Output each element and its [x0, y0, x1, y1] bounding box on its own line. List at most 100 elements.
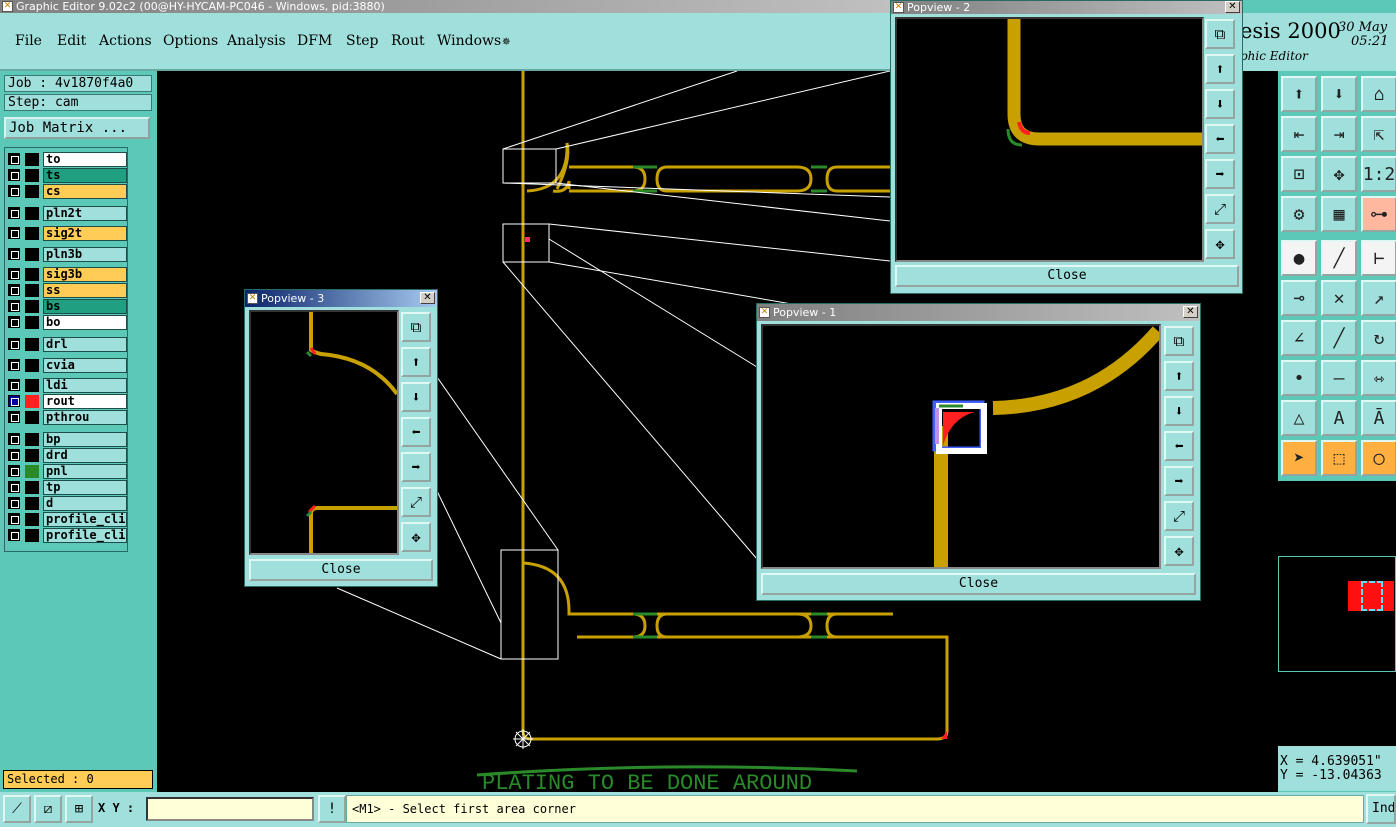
- pan-left-icon[interactable]: ⬅: [401, 417, 431, 447]
- overview-panel[interactable]: [1278, 481, 1396, 746]
- layer-checkbox[interactable]: [8, 169, 20, 181]
- layer-row-ts[interactable]: ts: [5, 168, 129, 183]
- layer-color-swatch[interactable]: [25, 433, 39, 446]
- zoom-out-icon[interactable]: ⬇: [1321, 76, 1357, 112]
- layer-color-swatch[interactable]: [25, 449, 39, 462]
- center-icon[interactable]: ✥: [1164, 536, 1194, 566]
- layer-name[interactable]: profile_cli: [43, 528, 127, 543]
- pan-right-icon[interactable]: ➡: [401, 452, 431, 482]
- layer-color-swatch[interactable]: [25, 227, 39, 240]
- measure-icon[interactable]: ⇿: [1361, 360, 1396, 396]
- layer-checkbox[interactable]: [8, 227, 20, 239]
- layer-checkbox[interactable]: [8, 300, 20, 312]
- snap-mode-icon[interactable]: ⟋: [3, 795, 31, 823]
- zoom-fit-icon[interactable]: ⤢: [1205, 194, 1235, 224]
- layer-row-to[interactable]: to: [5, 152, 129, 167]
- job-matrix-button[interactable]: Job Matrix ...: [4, 117, 150, 139]
- grid-snap-icon[interactable]: ⧄: [34, 795, 62, 823]
- layer-color-swatch[interactable]: [25, 207, 39, 220]
- center-icon[interactable]: ✥: [401, 522, 431, 552]
- popview-1-title-bar[interactable]: ✕ Popview - 1 ✕: [757, 304, 1200, 321]
- layer-name[interactable]: pln3b: [43, 247, 127, 262]
- angle-icon[interactable]: ∠: [1281, 320, 1317, 356]
- layer-color-swatch[interactable]: [25, 153, 39, 166]
- menu-actions[interactable]: Actions: [99, 33, 152, 49]
- center-icon[interactable]: ✥: [1205, 229, 1235, 259]
- close-icon[interactable]: ✕: [1183, 306, 1198, 318]
- layer-name[interactable]: pnl: [43, 464, 127, 479]
- fit-icon[interactable]: ⊡: [1281, 156, 1317, 192]
- layer-row-pthrou[interactable]: pthrou: [5, 410, 129, 425]
- ruler-icon[interactable]: ⊢: [1361, 240, 1396, 276]
- select-box-icon[interactable]: ⬚: [1321, 440, 1357, 476]
- layer-checkbox[interactable]: [8, 359, 20, 371]
- layer-color-swatch[interactable]: [25, 316, 39, 329]
- layer-name[interactable]: ldi: [43, 378, 127, 393]
- segment-icon[interactable]: —: [1321, 360, 1357, 396]
- layer-row-bp[interactable]: bp: [5, 432, 129, 447]
- layer-checkbox[interactable]: [8, 529, 20, 541]
- select-circle-icon[interactable]: ◯: [1361, 440, 1396, 476]
- pan-right-icon[interactable]: ⇥: [1321, 116, 1357, 152]
- layer-checkbox[interactable]: [8, 316, 20, 328]
- center-snap-icon[interactable]: ⊞: [65, 795, 93, 823]
- layer-checkbox[interactable]: [8, 411, 20, 423]
- a-icon[interactable]: A: [1321, 400, 1357, 436]
- layer-color-swatch[interactable]: [25, 169, 39, 182]
- layer-name[interactable]: ts: [43, 168, 127, 183]
- zoom-fit-icon[interactable]: ⤢: [401, 487, 431, 517]
- popview-1-view[interactable]: [761, 324, 1161, 569]
- layer-checkbox[interactable]: [8, 338, 20, 350]
- layer-checkbox[interactable]: [8, 465, 20, 477]
- layer-color-swatch[interactable]: [25, 338, 39, 351]
- layer-color-swatch[interactable]: [25, 395, 39, 408]
- layer-row-cs[interactable]: cs: [5, 184, 129, 199]
- layer-name[interactable]: sig3b: [43, 267, 127, 282]
- layer-checkbox[interactable]: [8, 481, 20, 493]
- close-icon[interactable]: ✕: [1225, 1, 1240, 13]
- menu-rout[interactable]: Rout: [391, 33, 425, 49]
- menu-analysis[interactable]: Analysis: [227, 33, 286, 49]
- popview-3-close-button[interactable]: Close: [249, 559, 433, 581]
- layer-color-swatch[interactable]: [25, 529, 39, 542]
- layer-row-cvia[interactable]: cvia: [5, 358, 129, 373]
- layer-checkbox[interactable]: [8, 513, 20, 525]
- layer-row-profile_cli[interactable]: profile_cli: [5, 512, 129, 527]
- layer-color-swatch[interactable]: [25, 379, 39, 392]
- layer-checkbox[interactable]: [8, 268, 20, 280]
- layer-color-swatch[interactable]: [25, 497, 39, 510]
- layer-name[interactable]: drl: [43, 337, 127, 352]
- connect-icon[interactable]: ⊸: [1281, 280, 1317, 316]
- pan-down-icon[interactable]: ⬇: [401, 382, 431, 412]
- layer-color-swatch[interactable]: [25, 268, 39, 281]
- layer-color-swatch[interactable]: [25, 481, 39, 494]
- layer-checkbox[interactable]: [8, 433, 20, 445]
- layer-row-ss[interactable]: ss: [5, 283, 129, 298]
- layer-name[interactable]: cs: [43, 184, 127, 199]
- layer-checkbox[interactable]: [8, 207, 20, 219]
- popview-3-view[interactable]: [249, 310, 399, 555]
- layer-checkbox[interactable]: [8, 185, 20, 197]
- popview-2-view[interactable]: [895, 17, 1204, 262]
- popview-3-title-bar[interactable]: ✕ Popview - 3 ✕: [245, 290, 437, 307]
- layer-name[interactable]: bo: [43, 315, 127, 330]
- pan-right-icon[interactable]: ➡: [1205, 159, 1235, 189]
- xy-input[interactable]: [146, 797, 314, 821]
- popview-1-close-button[interactable]: Close: [761, 573, 1196, 595]
- layer-row-pln2t[interactable]: pln2t: [5, 206, 129, 221]
- pan-left-icon[interactable]: ⇤: [1281, 116, 1317, 152]
- menu-file[interactable]: File: [15, 33, 42, 49]
- pan-down-icon[interactable]: ⬇: [1164, 396, 1194, 426]
- pan-left-icon[interactable]: ⬅: [1164, 431, 1194, 461]
- layer-checkbox[interactable]: [8, 497, 20, 509]
- ind-button[interactable]: Ind: [1366, 794, 1396, 824]
- scale-icon[interactable]: 1:2: [1361, 156, 1396, 192]
- menu-step[interactable]: Step: [346, 33, 378, 49]
- layer-checkbox[interactable]: [8, 248, 20, 260]
- layer-name[interactable]: to: [43, 152, 127, 167]
- layer-checkbox[interactable]: [8, 449, 20, 461]
- layer-name[interactable]: sig2t: [43, 226, 127, 241]
- layer-checkbox[interactable]: [8, 153, 20, 165]
- layer-row-profile_cli[interactable]: profile_cli: [5, 528, 129, 543]
- zoom-box-icon[interactable]: ⧉: [1205, 19, 1235, 49]
